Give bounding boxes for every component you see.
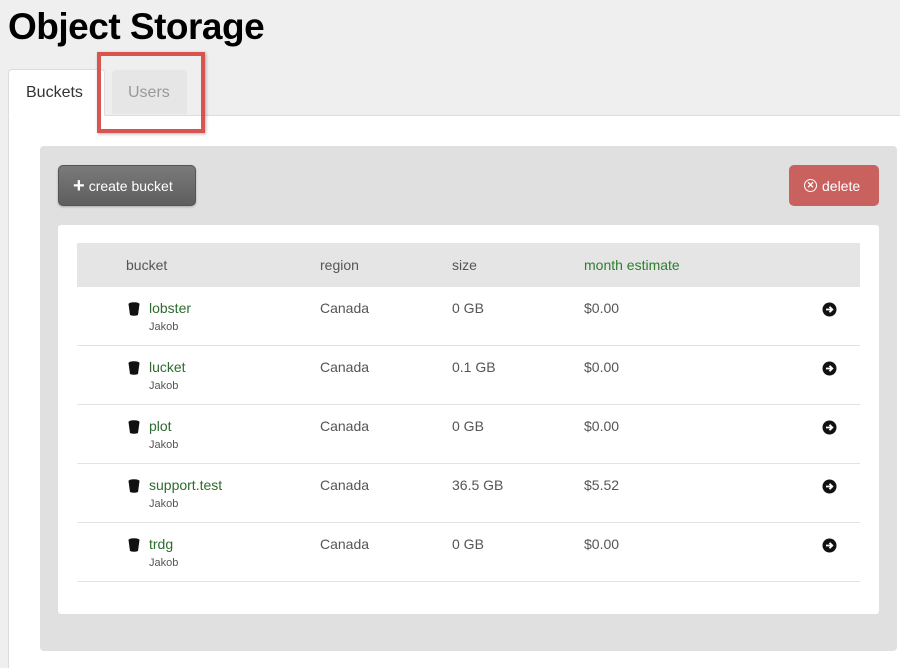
bucket-size: 36.5 GB: [452, 477, 504, 493]
bucket-icon: [128, 420, 140, 434]
bucket-region: Canada: [320, 477, 370, 493]
arrow-right-circle-icon[interactable]: [822, 302, 837, 317]
bucket-owner: Jakob: [149, 439, 179, 451]
bucket-month-estimate: $0.00: [584, 359, 620, 375]
bucket-month-estimate: $0.00: [584, 300, 620, 316]
bucket-owner: Jakob: [149, 557, 179, 569]
bucket-owner: Jakob: [149, 321, 179, 333]
bucket-icon: [128, 361, 140, 375]
bucket-name-link[interactable]: plot: [149, 418, 172, 434]
create-bucket-label: create bucket: [88, 177, 173, 194]
bucket-owner: Jakob: [149, 498, 179, 510]
bucket-month-estimate: $0.00: [584, 536, 620, 552]
column-header-region[interactable]: region: [320, 257, 359, 273]
bucket-region: Canada: [320, 359, 370, 375]
table-row: support.test Jakob Canada 36.5 GB $5.52: [77, 464, 860, 523]
bucket-size: 0.1 GB: [452, 359, 496, 375]
bucket-icon: [128, 479, 140, 493]
bucket-size: 0 GB: [452, 536, 484, 552]
table-row: lobster Jakob Canada 0 GB $0.00: [77, 287, 860, 346]
close-circle-icon: ✕: [804, 179, 817, 192]
tab-buckets[interactable]: Buckets: [8, 69, 105, 116]
column-header-month-estimate[interactable]: month estimate: [584, 257, 680, 273]
bucket-name-link[interactable]: trdg: [149, 536, 173, 552]
delete-label: delete: [822, 177, 861, 194]
bucket-owner: Jakob: [149, 380, 179, 392]
highlight-annotation-box: [97, 52, 205, 133]
bucket-icon: [128, 538, 140, 552]
arrow-right-circle-icon[interactable]: [822, 420, 837, 435]
column-header-size[interactable]: size: [452, 257, 477, 273]
table-row: trdg Jakob Canada 0 GB $0.00: [77, 523, 860, 582]
table-row: lucket Jakob Canada 0.1 GB $0.00: [77, 346, 860, 405]
page-title: Object Storage: [8, 6, 265, 47]
bucket-month-estimate: $5.52: [584, 477, 620, 493]
arrow-right-circle-icon[interactable]: [822, 479, 837, 494]
bucket-region: Canada: [320, 300, 370, 316]
arrow-right-circle-icon[interactable]: [822, 538, 837, 553]
bucket-region: Canada: [320, 418, 370, 434]
bucket-name-link[interactable]: lucket: [149, 359, 186, 375]
create-bucket-button[interactable]: + create bucket: [58, 165, 196, 206]
bucket-size: 0 GB: [452, 418, 484, 434]
arrow-right-circle-icon[interactable]: [822, 361, 837, 376]
column-header-bucket[interactable]: bucket: [126, 257, 167, 273]
bucket-icon: [128, 302, 140, 316]
delete-button[interactable]: ✕ delete: [789, 165, 879, 206]
bucket-month-estimate: $0.00: [584, 418, 620, 434]
bucket-region: Canada: [320, 536, 370, 552]
bucket-name-link[interactable]: support.test: [149, 477, 222, 493]
bucket-size: 0 GB: [452, 300, 484, 316]
bucket-name-link[interactable]: lobster: [149, 300, 191, 316]
plus-icon: +: [73, 175, 85, 197]
table-row: plot Jakob Canada 0 GB $0.00: [77, 405, 860, 464]
